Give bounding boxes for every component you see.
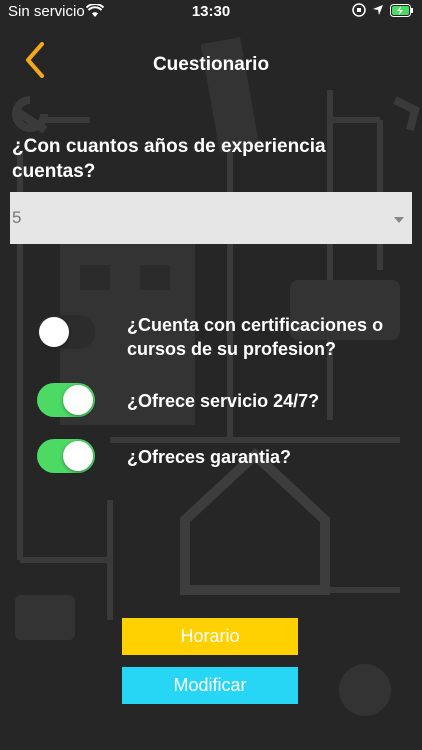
certifications-toggle[interactable]: [37, 315, 95, 349]
toggle-row-guarantee: ¿Ofreces garantia?: [0, 439, 422, 475]
toggle-knob: [39, 317, 69, 347]
nav-header: Cuestionario: [0, 34, 422, 86]
orientation-lock-icon: [352, 3, 366, 17]
experience-select[interactable]: 5: [10, 192, 412, 244]
experience-question: ¿Con cuantos años de experiencia cuentas…: [12, 136, 326, 182]
location-icon: [373, 5, 383, 15]
modify-button[interactable]: Modificar: [122, 667, 298, 704]
certifications-label: ¿Cuenta con certificaciones o cursos de …: [127, 315, 384, 359]
service-24-7-label: ¿Ofrece servicio 24/7?: [127, 391, 320, 411]
guarantee-label: ¿Ofreces garantia?: [127, 447, 292, 467]
toggle-row-certifications: ¿Cuenta con certificaciones o cursos de …: [0, 313, 422, 363]
page-title: Cuestionario: [152, 54, 270, 75]
schedule-button[interactable]: Horario: [122, 618, 298, 655]
status-icons: [352, 3, 414, 17]
battery-charging-icon: [390, 3, 413, 17]
service-24-7-toggle[interactable]: [37, 383, 95, 417]
status-bar: Sin servicio 13:30: [0, 0, 422, 24]
toggle-knob: [63, 385, 93, 415]
toggle-knob: [63, 441, 93, 471]
experience-select-value: 5: [12, 208, 22, 227]
toggle-row-24-7: ¿Ofrece servicio 24/7?: [0, 383, 422, 419]
dropdown-arrow-icon: [394, 217, 404, 223]
guarantee-toggle[interactable]: [37, 439, 95, 473]
